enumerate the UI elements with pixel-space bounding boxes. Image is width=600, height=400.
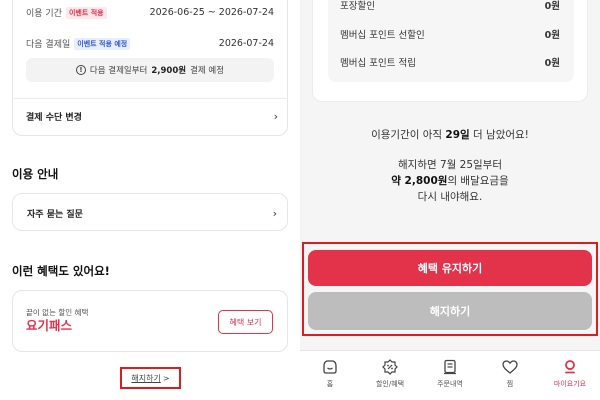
- action-buttons-highlight: [302, 242, 598, 336]
- receipt-icon: [444, 359, 456, 375]
- promo-subtitle: 끝이 없는 할인 혜택: [26, 308, 89, 317]
- discount-icon: [382, 359, 398, 375]
- event-scheduled-badge: 이벤트 적용 예정: [74, 37, 131, 50]
- svg-text:요기패스: 요기패스: [26, 318, 73, 332]
- info-icon: !: [75, 65, 86, 75]
- next-payment-label: 다음 결제일: [26, 40, 71, 50]
- usage-period-label: 이용 기간: [26, 9, 62, 19]
- next-payment-row: 다음 결제일 이벤트 적용 예정 2026-07-24: [26, 37, 274, 50]
- chevron-right-icon: ›: [272, 207, 277, 220]
- benefits-section-title: 이런 혜택도 있어요!: [12, 264, 110, 278]
- faq-button[interactable]: 자주 묻는 질문 ›: [12, 193, 288, 231]
- discount-summary-box: [328, 0, 574, 82]
- chevron-right-icon: >: [162, 373, 170, 383]
- discount-row: 멤버십 포인트 적립 0원: [340, 55, 560, 69]
- faq-label: 자주 묻는 질문: [27, 210, 83, 220]
- view-benefits-button[interactable]: 혜택 보기: [218, 310, 273, 334]
- discount-label: 포장할인: [340, 1, 375, 12]
- discount-value: 0원: [544, 1, 560, 12]
- usage-period-value: 2026-06-25 ~ 2026-07-24: [149, 7, 274, 18]
- remaining-period-message: 이용기간이 아직 29일 더 남았어요!: [371, 129, 529, 141]
- event-applied-badge: 이벤트 적용: [65, 6, 107, 19]
- discount-row: 포장할인 0원: [340, 0, 560, 12]
- chevron-right-icon: ›: [273, 110, 278, 123]
- delivery-fee-amount: 약 2,800원: [391, 175, 448, 187]
- change-payment-method-button[interactable]: 결제 수단 변경 ›: [26, 110, 278, 123]
- tab-favorites[interactable]: 찜: [480, 351, 540, 400]
- change-payment-method-label: 결제 수단 변경: [26, 113, 82, 123]
- yogipass-logo: 요기패스: [26, 318, 73, 332]
- guide-section-title: 이용 안내: [12, 167, 59, 181]
- cancel-warning-message: 해지하면 7월 25일부터 약 2,800원의 배달요금을 다시 내야해요.: [391, 159, 509, 203]
- tab-orders[interactable]: 주문내역: [420, 351, 480, 400]
- tab-my-yogiyo[interactable]: 마이요기요: [540, 351, 600, 400]
- payment-notice: ! 다음 결제일부터 2,900원 결제 예정: [26, 58, 274, 82]
- discount-label: 멤버십 포인트 선할인: [340, 30, 425, 41]
- usage-period-row: 이용 기간 이벤트 적용 2026-06-25 ~ 2026-07-24: [26, 6, 274, 19]
- tab-home[interactable]: 홈: [300, 351, 360, 400]
- next-payment-value: 2026-07-24: [218, 38, 274, 49]
- cancel-subscription-link[interactable]: 해지하기 >: [120, 367, 181, 389]
- subscription-detail-panel: 이용 기간 이벤트 적용 2026-06-25 ~ 2026-07-24 다음 …: [0, 0, 300, 400]
- discount-value: 0원: [544, 58, 560, 69]
- bottom-tab-bar: 홈 할인/혜택 주문내역 찜 마이요기요: [300, 350, 600, 400]
- divider: [12, 98, 288, 99]
- cancel-link-label: 해지하기: [131, 373, 161, 383]
- discount-value: 0원: [544, 30, 560, 41]
- my-profile-icon: [565, 360, 575, 374]
- notice-amount: 2,900원: [151, 66, 187, 76]
- cancel-confirmation-panel: 포장할인 0원 멤버십 포인트 선할인 0원 멤버십 포인트 적립 0원 이용기…: [300, 0, 600, 400]
- tab-discounts[interactable]: 할인/혜택: [360, 351, 420, 400]
- discount-row: 멤버십 포인트 선할인 0원: [340, 27, 560, 41]
- remaining-days: 29일: [445, 129, 470, 141]
- home-icon: [323, 360, 337, 374]
- discount-label: 멤버십 포인트 적립: [340, 58, 416, 69]
- heart-icon: [502, 360, 518, 374]
